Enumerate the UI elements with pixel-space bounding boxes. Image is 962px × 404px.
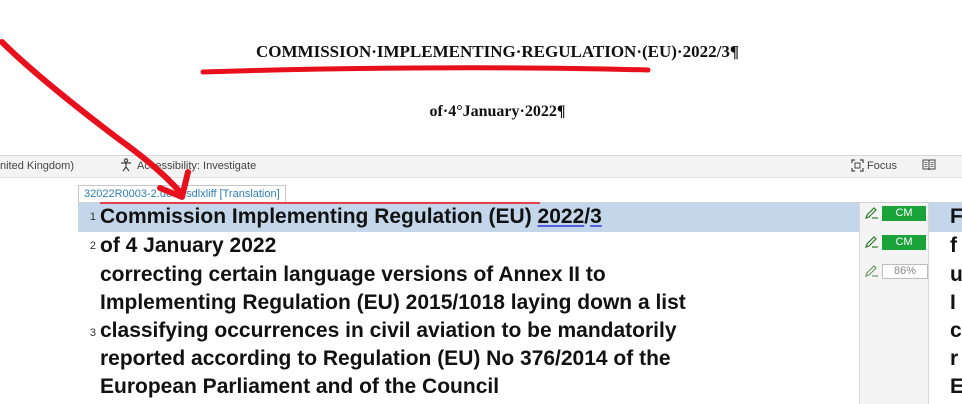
segment-number: 3 xyxy=(89,327,96,339)
edit-pencil-icon xyxy=(864,206,879,225)
focus-button[interactable]: Focus xyxy=(867,160,897,172)
segment-status-cell[interactable]: CM xyxy=(859,232,929,261)
annotation-underline xyxy=(200,65,651,75)
segment-source[interactable]: of 4 January 2022 xyxy=(100,232,855,260)
segment-status-cell[interactable]: CM xyxy=(859,203,929,232)
document-title: COMMISSION·IMPLEMENTING·REGULATION·(EU)·… xyxy=(255,42,739,61)
edit-pencil-icon xyxy=(864,264,879,283)
read-mode-icon[interactable] xyxy=(922,159,936,174)
status-bar: nited Kingdom) Accessibility: Investigat… xyxy=(0,155,962,178)
segment-target[interactable]: u I c r E xyxy=(950,261,962,401)
source-line: correcting certain language versions of … xyxy=(100,263,606,286)
segment-target[interactable]: F xyxy=(950,203,962,231)
language-status[interactable]: nited Kingdom) xyxy=(0,160,74,172)
segment-row-1[interactable]: 1 Commission Implementing Regulation (EU… xyxy=(78,203,962,232)
document-date: of·4°January·2022¶ xyxy=(429,103,566,120)
source-line: reported according to Regulation (EU) No… xyxy=(100,347,671,370)
segment-row-3[interactable]: 3 correcting certain language versions o… xyxy=(78,261,962,404)
accessibility-status[interactable]: Accessibility: Investigate xyxy=(137,160,256,172)
file-tab[interactable]: 32022R0003-2.docx.sdlxliff [Translation] xyxy=(78,185,286,202)
target-line: I xyxy=(950,291,956,314)
source-line: classifying occurrences in civil aviatio… xyxy=(100,319,677,342)
segment-target[interactable]: f xyxy=(950,232,962,260)
source-line: European Parliament and of the Council xyxy=(100,375,500,398)
target-line: u xyxy=(950,263,962,286)
source-text-tagged: 2022 xyxy=(537,205,585,228)
target-line: E xyxy=(950,375,962,398)
segment-number: 2 xyxy=(89,240,96,252)
confirmation-status-badge: CM xyxy=(882,206,926,221)
edit-pencil-icon xyxy=(864,235,879,254)
segment-number: 1 xyxy=(89,211,96,223)
accessibility-icon[interactable] xyxy=(119,158,133,172)
match-percentage-badge: 86% xyxy=(882,264,928,279)
source-line: Implementing Regulation (EU) 2015/1018 l… xyxy=(100,291,686,314)
segment-row-2[interactable]: 2 of 4 January 2022 CM f xyxy=(78,232,962,261)
segment-source[interactable]: correcting certain language versions of … xyxy=(100,261,855,401)
source-text-part: Commission Implementing Regulation (EU) xyxy=(100,205,538,228)
source-text-tagged: 3 xyxy=(590,205,602,228)
target-line: r xyxy=(950,347,959,370)
segment-status-cell[interactable]: 86% xyxy=(859,261,929,404)
segment-source[interactable]: Commission Implementing Regulation (EU) … xyxy=(100,203,855,231)
target-line: c xyxy=(950,319,962,342)
confirmation-status-badge: CM xyxy=(882,235,926,250)
focus-icon[interactable] xyxy=(851,159,864,175)
